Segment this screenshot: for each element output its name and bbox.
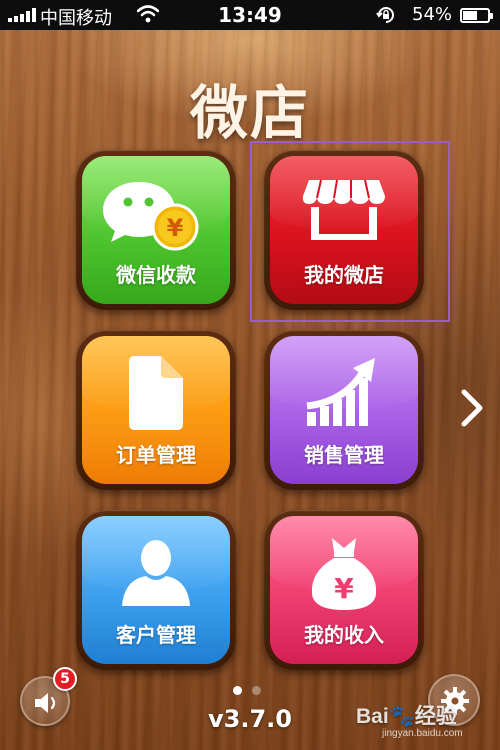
page-dot[interactable] <box>252 686 261 695</box>
tile-wechat-payment-frame: ¥ 微信收款 <box>76 150 236 310</box>
rotation-lock-icon <box>376 7 394 23</box>
notification-badge: 5 <box>53 667 77 691</box>
tile-order-management[interactable]: 订单管理 <box>82 336 230 484</box>
tile-income-frame: ¥ 我的收入 <box>264 510 424 670</box>
svg-text:¥: ¥ <box>334 572 354 605</box>
tile-label: 我的收入 <box>304 623 384 647</box>
watermark-main: Bai <box>356 705 389 728</box>
status-bar: 中国移动 13:49 54% <box>0 0 500 30</box>
page-indicator[interactable] <box>233 686 261 695</box>
watermark-sub: jingyan.baidu.com <box>382 728 463 739</box>
person-icon <box>82 534 230 614</box>
page-dot[interactable] <box>233 686 242 695</box>
tile-sales-frame: 销售管理 <box>264 330 424 490</box>
tile-wechat-payment[interactable]: ¥ 微信收款 <box>82 156 230 304</box>
highlight-box <box>250 141 450 322</box>
battery-percent: 54% <box>412 4 453 25</box>
document-icon <box>82 354 230 434</box>
next-page-arrow-icon[interactable] <box>458 388 486 428</box>
money-bag-icon: ¥ <box>270 534 418 614</box>
tile-label: 客户管理 <box>116 623 196 647</box>
svg-text:¥: ¥ <box>167 214 184 242</box>
tile-sales-management[interactable]: 销售管理 <box>270 336 418 484</box>
tile-my-income[interactable]: ¥ 我的收入 <box>270 516 418 664</box>
tile-label: 订单管理 <box>116 443 196 467</box>
growth-chart-icon <box>270 354 418 434</box>
watermark: Bai🐾经验 <box>356 705 457 728</box>
battery-level <box>463 11 478 20</box>
tile-customer-management[interactable]: 客户管理 <box>82 516 230 664</box>
battery-icon <box>460 8 493 23</box>
watermark-mid: 经验 <box>414 705 457 728</box>
app-title: 微店 <box>189 79 310 147</box>
tile-orders-frame: 订单管理 <box>76 330 236 490</box>
tile-customers-frame: 客户管理 <box>76 510 236 670</box>
tile-label: 微信收款 <box>116 263 196 287</box>
wechat-yuan-icon: ¥ <box>82 174 230 254</box>
speaker-icon <box>35 693 56 713</box>
tile-label: 销售管理 <box>304 443 384 467</box>
